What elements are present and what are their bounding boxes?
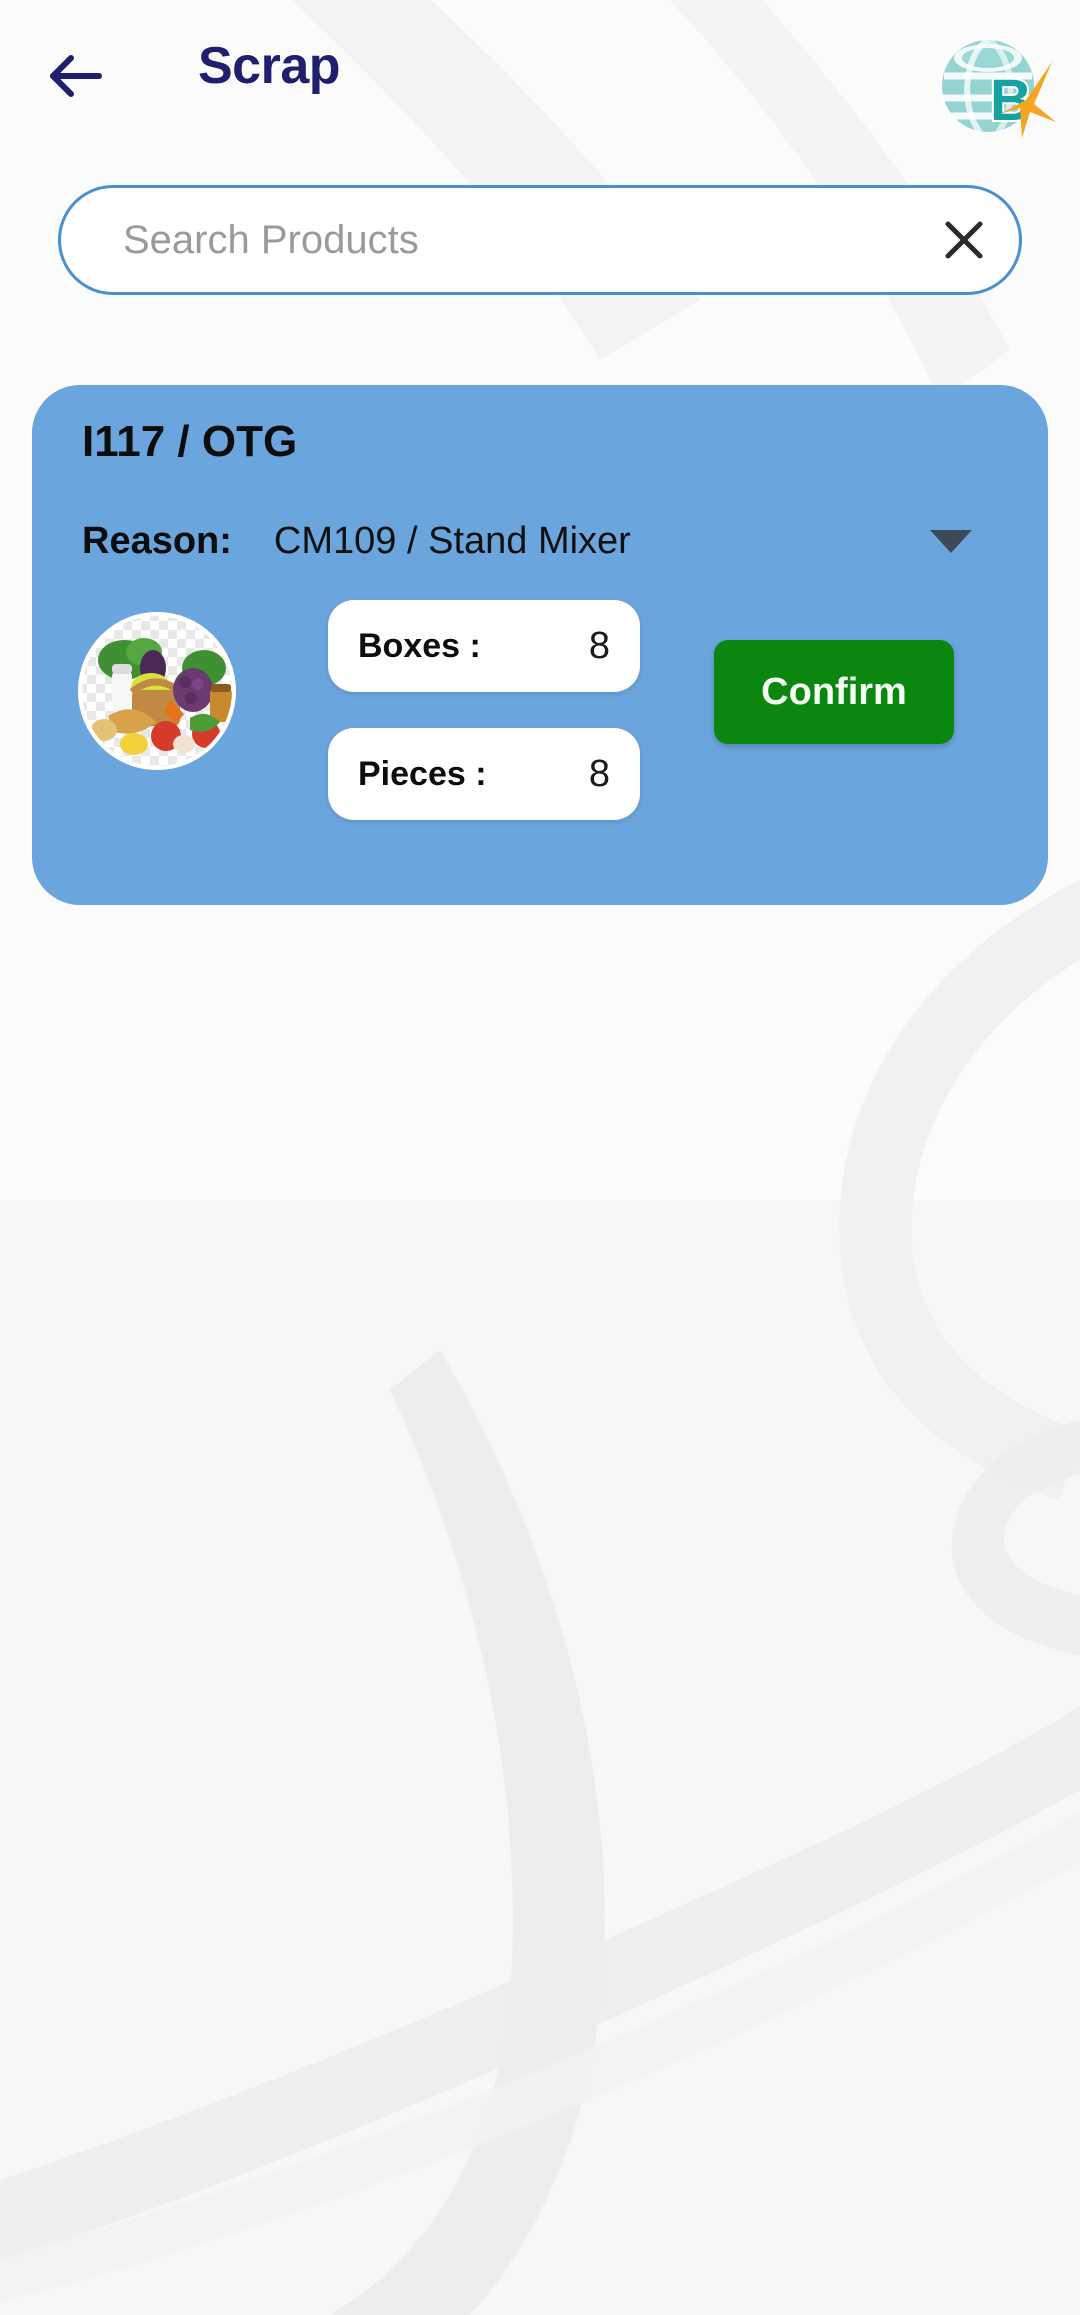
reason-value: CM109 / Stand Mixer xyxy=(273,519,631,562)
back-button[interactable] xyxy=(46,48,108,104)
reason-label: Reason: xyxy=(82,519,232,562)
search-input[interactable] xyxy=(61,217,909,263)
product-image-groceries xyxy=(78,612,236,770)
app-header: Scrap B xyxy=(0,0,1080,150)
search-bar[interactable] xyxy=(58,185,1022,295)
quantity-fields: Boxes : 8 Pieces : 8 xyxy=(328,600,640,820)
page-title: Scrap xyxy=(198,37,341,95)
product-card: I117 / OTG Reason: CM109 / Stand Mixer B… xyxy=(32,385,1048,905)
arrow-left-icon xyxy=(50,55,102,97)
reason-row[interactable]: Reason: CM109 / Stand Mixer xyxy=(82,510,998,572)
brand-logo: B xyxy=(930,28,1058,146)
reason-dropdown-button[interactable] xyxy=(924,518,978,564)
boxes-field[interactable]: Boxes : 8 xyxy=(328,600,640,692)
brand-globe-b-logo: B xyxy=(942,37,1056,138)
product-thumbnail[interactable] xyxy=(78,612,236,770)
card-body: Boxes : 8 Pieces : 8 Confirm xyxy=(32,600,1048,860)
close-x-icon xyxy=(945,221,983,259)
boxes-label: Boxes : xyxy=(358,626,481,665)
boxes-value[interactable]: 8 xyxy=(589,625,610,668)
background-watermark xyxy=(0,0,1080,2315)
confirm-button[interactable]: Confirm xyxy=(714,640,954,744)
card-product-title: I117 / OTG xyxy=(82,417,298,466)
pieces-value[interactable]: 8 xyxy=(589,753,610,796)
chevron-down-icon xyxy=(930,529,972,553)
search-clear-button[interactable] xyxy=(909,188,1019,292)
app-screen: Scrap B I117 / OTG Re xyxy=(0,0,1080,2315)
pieces-field[interactable]: Pieces : 8 xyxy=(328,728,640,820)
pieces-label: Pieces : xyxy=(358,754,487,793)
